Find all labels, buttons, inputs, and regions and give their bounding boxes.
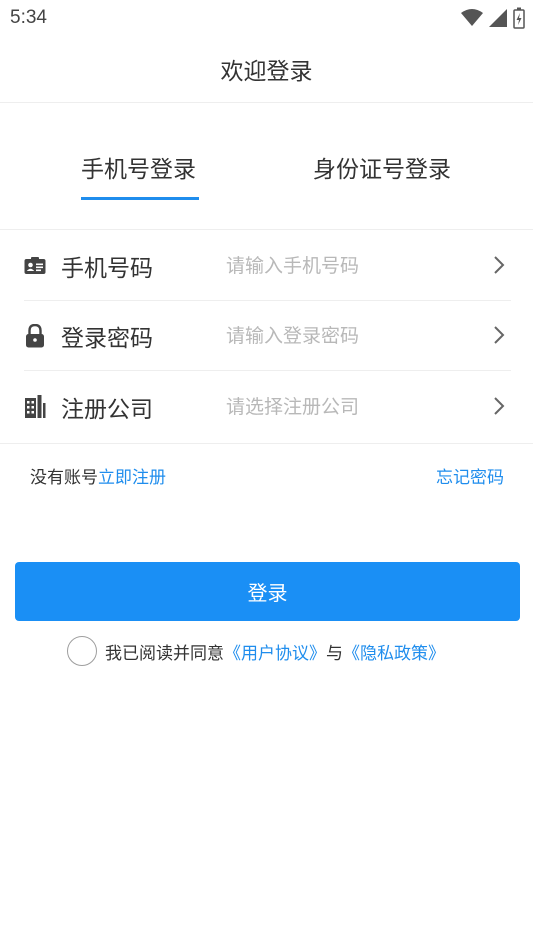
tab-id-card-login[interactable]: 身份证号登录 xyxy=(313,150,451,184)
password-input[interactable] xyxy=(226,324,476,347)
title-bar: 欢迎登录 xyxy=(0,36,533,103)
register-line: 没有账号立即注册 xyxy=(30,463,166,488)
id-card-icon xyxy=(24,254,46,278)
phone-input[interactable] xyxy=(226,254,476,277)
agreement-checkbox[interactable] xyxy=(67,636,97,666)
login-tabs: 手机号登录 身份证号登录 xyxy=(0,104,533,230)
password-row[interactable]: 登录密码 xyxy=(24,301,511,371)
status-bar: 5:34 xyxy=(0,0,533,36)
page-title: 欢迎登录 xyxy=(220,59,313,85)
agreement-prefix: 我已阅读并同意 xyxy=(105,643,224,664)
privacy-policy-link[interactable]: 《隐私政策》 xyxy=(343,639,445,664)
phone-row[interactable]: 手机号码 xyxy=(24,231,511,301)
cellular-signal-icon xyxy=(489,9,507,27)
tab-phone-login[interactable]: 手机号登录 xyxy=(81,150,196,184)
password-label: 登录密码 xyxy=(61,325,153,352)
agreement-row: 我已阅读并同意 《用户协议》 与 《隐私政策》 xyxy=(67,636,445,666)
lock-icon xyxy=(24,323,46,348)
agreement-and: 与 xyxy=(326,643,343,664)
battery-charging-icon xyxy=(513,7,525,29)
form-divider xyxy=(0,443,533,444)
chevron-right-icon xyxy=(494,256,505,274)
chevron-right-icon xyxy=(494,397,505,415)
phone-label: 手机号码 xyxy=(61,255,153,282)
company-select[interactable] xyxy=(226,396,476,418)
wifi-icon xyxy=(461,9,483,26)
company-row[interactable]: 注册公司 xyxy=(24,372,511,442)
status-time: 5:34 xyxy=(10,7,47,28)
no-account-text: 没有账号 xyxy=(30,468,98,488)
building-icon xyxy=(24,395,46,419)
forgot-password-link[interactable]: 忘记密码 xyxy=(436,463,504,488)
status-icons xyxy=(461,7,525,29)
login-button[interactable]: 登录 xyxy=(15,562,520,621)
user-agreement-link[interactable]: 《用户协议》 xyxy=(224,639,326,664)
chevron-right-icon xyxy=(494,326,505,344)
active-tab-indicator xyxy=(81,197,199,200)
register-link[interactable]: 立即注册 xyxy=(98,468,166,488)
company-label: 注册公司 xyxy=(61,397,153,423)
